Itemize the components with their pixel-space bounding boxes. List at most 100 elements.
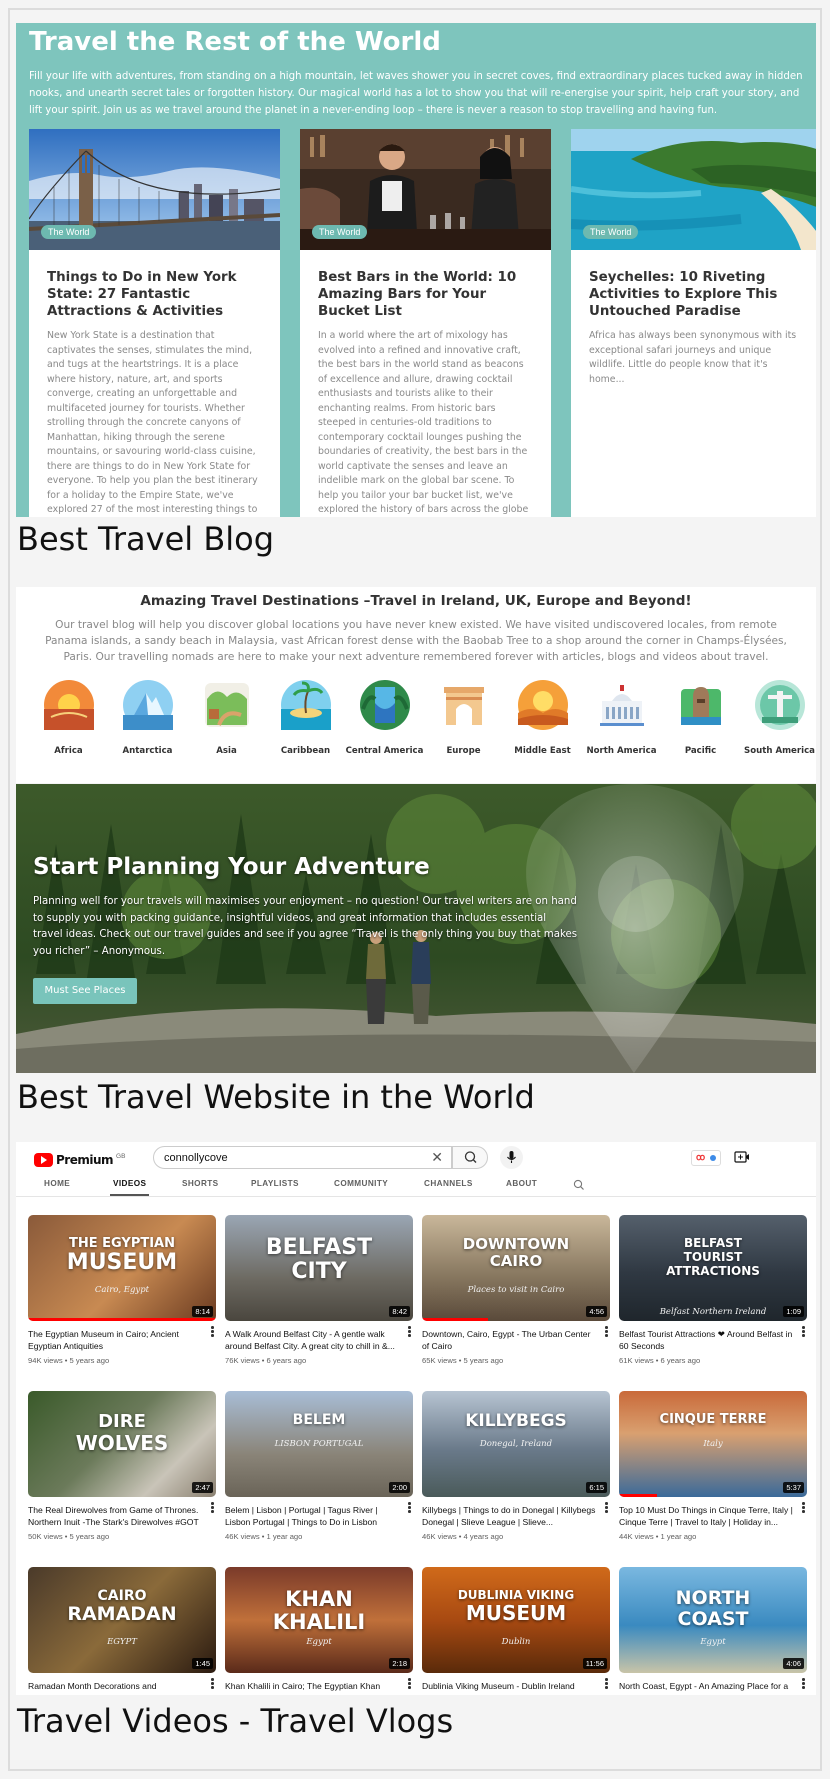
thumbnail-title-line: KHAN <box>285 1587 353 1611</box>
video-title[interactable]: The Egyptian Museum in Cairo; Ancient Eg… <box>28 1328 204 1352</box>
more-options-icon[interactable] <box>802 1678 805 1689</box>
video-thumbnail[interactable]: CINQUE TERRE Italy 5:37 <box>619 1391 807 1497</box>
category-badge[interactable]: The World <box>41 225 97 239</box>
youtube-premium-logo[interactable]: Premium GB <box>34 1153 125 1167</box>
thumbnail-subtitle: Italy <box>703 1439 723 1449</box>
article-title[interactable]: Seychelles: 10 Riveting Activities to Ex… <box>589 269 798 320</box>
video-title[interactable]: North Coast, Egypt - An Amazing Place fo… <box>619 1680 795 1692</box>
video-title[interactable]: Top 10 Must Do Things in Cinque Terre, I… <box>619 1504 795 1528</box>
bartenders-image[interactable]: The World <box>300 129 551 250</box>
tab-videos[interactable]: VIDEOS <box>109 1179 150 1196</box>
video-thumbnail[interactable]: CAIRO RAMADAN EGYPT 1:45 <box>28 1567 216 1673</box>
thumbnail-title-line: THE EGYPTIAN <box>68 1236 175 1251</box>
destination-north-america[interactable]: North America <box>582 679 661 756</box>
destination-asia[interactable]: Asia <box>187 679 266 756</box>
video-card[interactable]: DUBLINIA VIKING MUSEUM Dublin 11:56 Dublinia… <box>422 1567 612 1692</box>
brooklyn-bridge-image[interactable]: The World <box>29 129 280 250</box>
more-options-icon[interactable] <box>211 1326 214 1337</box>
seychelles-image[interactable]: The World <box>571 129 816 250</box>
video-thumbnail[interactable]: NORTH COAST Egypt 4:06 <box>619 1567 807 1673</box>
video-title[interactable]: Killybegs | Things to do in Donegal | Ki… <box>422 1504 598 1528</box>
video-card[interactable]: CAIRO RAMADAN EGYPT 1:45 Ramadan Month Decor… <box>28 1567 218 1692</box>
more-options-icon[interactable] <box>605 1678 608 1689</box>
more-options-icon[interactable] <box>605 1326 608 1337</box>
tab-channels[interactable]: CHANNELS <box>424 1179 473 1188</box>
more-options-icon[interactable] <box>802 1502 805 1513</box>
more-options-icon[interactable] <box>408 1326 411 1337</box>
notification-dot-icon <box>710 1155 716 1161</box>
video-thumbnail[interactable]: DUBLINIA VIKING MUSEUM Dublin 11:56 <box>422 1567 610 1673</box>
video-card[interactable]: BELFAST TOURIST ATTRACTIONS Belfast Norther… <box>619 1215 809 1365</box>
video-card[interactable]: CINQUE TERRE Italy 5:37 Top 10 Must Do Thin… <box>619 1391 809 1541</box>
destination-south-america[interactable]: South America <box>740 679 819 756</box>
video-thumbnail[interactable]: KHAN KHALILI Egypt 2:18 <box>225 1567 413 1673</box>
tab-home[interactable]: HOME <box>44 1179 70 1188</box>
destination-caribbean[interactable]: Caribbean <box>266 679 345 756</box>
article-card[interactable]: The World Best Bars in the World: 10 Ama… <box>300 129 551 517</box>
more-options-icon[interactable] <box>605 1502 608 1513</box>
destination-pacific[interactable]: Pacific <box>661 679 740 756</box>
search-input[interactable] <box>164 1147 419 1168</box>
video-card[interactable]: BELFAST CITY 8:42 A Walk Around Belfast Cit… <box>225 1215 415 1365</box>
video-title[interactable]: Dublinia Viking Museum - Dublin Ireland <box>422 1680 598 1692</box>
website-caption: Best Travel Website in the World <box>17 1078 535 1116</box>
more-options-icon[interactable] <box>802 1326 805 1337</box>
video-title[interactable]: The Real Direwolves from Game of Thrones… <box>28 1504 204 1528</box>
video-card[interactable]: DIRE WOLVES 2:47 The Real Direwolves from G… <box>28 1391 218 1541</box>
video-card[interactable]: KHAN KHALILI Egypt 2:18 Khan Khalili in Cair… <box>225 1567 415 1692</box>
video-title[interactable]: Downtown, Cairo, Egypt - The Urban Cente… <box>422 1328 598 1352</box>
video-title[interactable]: Khan Khalili in Cairo; The Egyptian Khan <box>225 1680 401 1692</box>
tab-playlists[interactable]: PLAYLISTS <box>251 1179 299 1188</box>
category-badge[interactable]: The World <box>583 225 639 239</box>
video-card[interactable]: KILLYBEGS Donegal, Ireland 6:15 Killybegs |… <box>422 1391 612 1541</box>
tab-about[interactable]: ABOUT <box>506 1179 537 1188</box>
destination-middle-east[interactable]: Middle East <box>503 679 582 756</box>
banner-body: Planning well for your travels will maxi… <box>33 896 578 957</box>
thumbnail-title-line: CINQUE TERRE <box>659 1412 767 1427</box>
video-duration: 6:15 <box>586 1482 607 1493</box>
video-card[interactable]: NORTH COAST Egypt 4:06 North Coast, Egypt - … <box>619 1567 809 1692</box>
search-button[interactable] <box>452 1146 488 1169</box>
more-options-icon[interactable] <box>408 1502 411 1513</box>
video-thumbnail[interactable]: BELEM LISBON PORTUGAL 2:00 <box>225 1391 413 1497</box>
video-title[interactable]: Ramadan Month Decorations and <box>28 1680 204 1692</box>
video-thumbnail[interactable]: BELFAST CITY 8:42 <box>225 1215 413 1321</box>
video-thumbnail[interactable]: BELFAST TOURIST ATTRACTIONS Belfast Norther… <box>619 1215 807 1321</box>
europe-icon <box>443 687 484 725</box>
voice-search-button[interactable] <box>500 1146 523 1169</box>
destination-central-america[interactable]: Central America <box>345 679 424 756</box>
more-options-icon[interactable] <box>408 1678 411 1689</box>
video-title[interactable]: A Walk Around Belfast City - A gentle wa… <box>225 1328 401 1352</box>
destination-antarctica[interactable]: Antarctica <box>108 679 187 756</box>
destination-europe[interactable]: Europe <box>424 679 503 756</box>
more-options-icon[interactable] <box>211 1678 214 1689</box>
category-badge[interactable]: The World <box>312 225 368 239</box>
thumbnail-title-line: BELEM <box>292 1412 346 1428</box>
extension-badge[interactable]: ꝏ <box>691 1150 721 1166</box>
create-video-icon[interactable] <box>734 1150 750 1164</box>
pacific-icon <box>680 687 721 725</box>
article-title[interactable]: Things to Do in New York State: 27 Fanta… <box>47 269 262 320</box>
antarctica-icon <box>122 680 173 730</box>
tab-community[interactable]: COMMUNITY <box>334 1179 388 1188</box>
video-card[interactable]: BELEM LISBON PORTUGAL 2:00 Belem | Lisbon |… <box>225 1391 415 1541</box>
video-thumbnail[interactable]: THE EGYPTIAN MUSEUM Cairo, Egypt 8:14 <box>28 1215 216 1321</box>
search-box[interactable]: ✕ <box>153 1146 452 1169</box>
video-thumbnail[interactable]: DIRE WOLVES 2:47 <box>28 1391 216 1497</box>
destination-africa[interactable]: Africa <box>29 679 108 756</box>
article-card[interactable]: The World Seychelles: 10 Riveting Activi… <box>571 129 816 517</box>
thumbnail-title-line: ATTRACTIONS <box>666 1264 760 1278</box>
video-thumbnail[interactable]: KILLYBEGS Donegal, Ireland 6:15 <box>422 1391 610 1497</box>
video-card[interactable]: THE EGYPTIAN MUSEUM Cairo, Egypt 8:14 The Eg… <box>28 1215 218 1365</box>
video-title[interactable]: Belem | Lisbon | Portugal | Tagus River … <box>225 1504 401 1528</box>
article-card[interactable]: The World Things to Do in New York State… <box>29 129 280 517</box>
must-see-places-button[interactable]: Must See Places <box>33 978 137 1004</box>
clear-search-icon[interactable]: ✕ <box>431 1149 443 1166</box>
video-card[interactable]: DOWNTOWN CAIRO Places to visit in Cairo 4:5… <box>422 1215 612 1365</box>
video-thumbnail[interactable]: DOWNTOWN CAIRO Places to visit in Cairo 4:5… <box>422 1215 610 1321</box>
channel-search-icon[interactable] <box>573 1179 585 1191</box>
article-title[interactable]: Best Bars in the World: 10 Amazing Bars … <box>318 269 533 320</box>
tab-shorts[interactable]: SHORTS <box>182 1179 219 1188</box>
video-title[interactable]: Belfast Tourist Attractions ❤ Around Bel… <box>619 1328 795 1352</box>
more-options-icon[interactable] <box>211 1502 214 1513</box>
